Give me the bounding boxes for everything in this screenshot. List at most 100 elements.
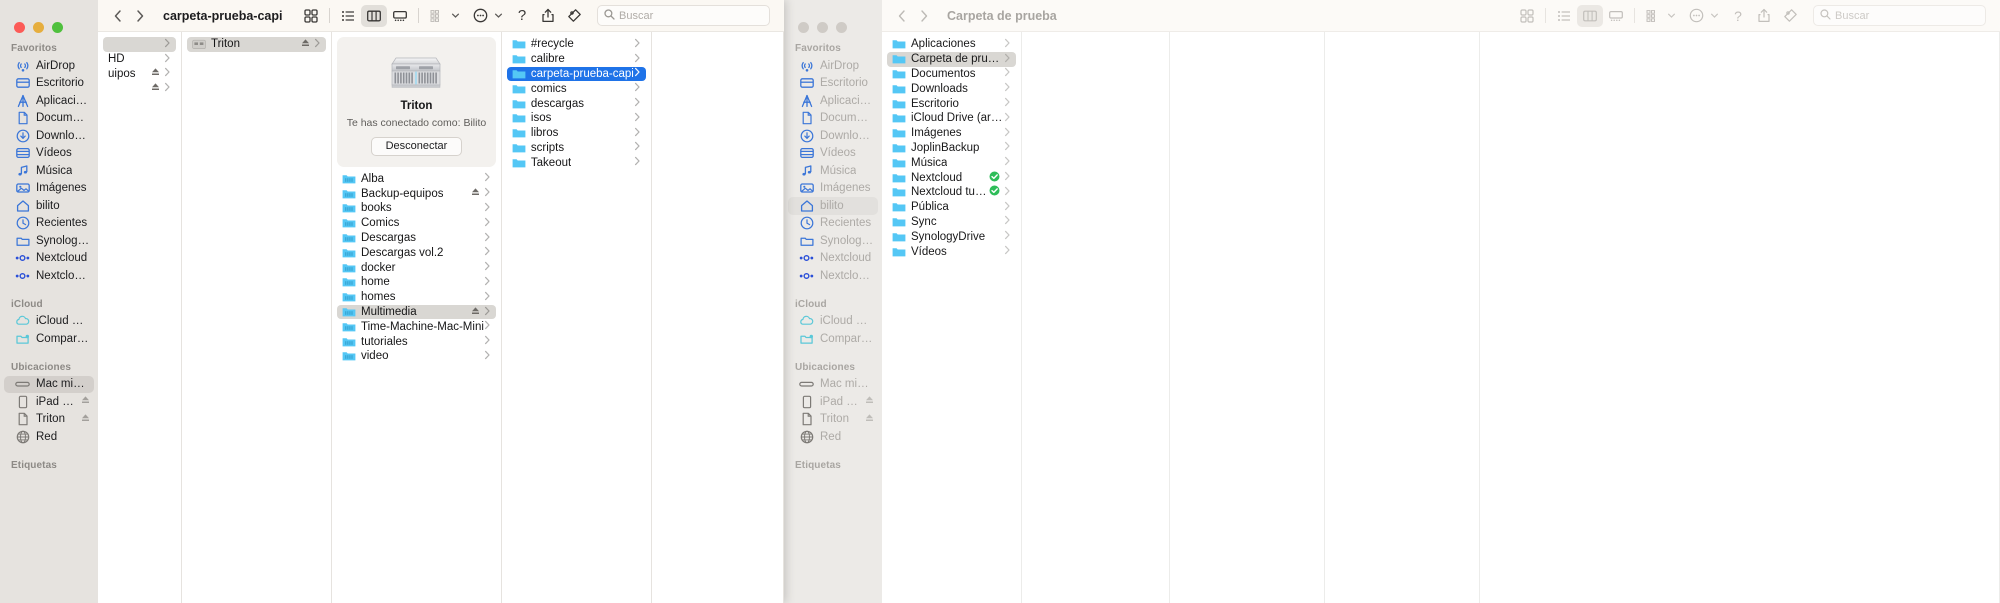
chevron-right-icon[interactable]	[1004, 53, 1011, 66]
chevron-right-icon[interactable]	[484, 187, 491, 200]
column-empty-3[interactable]	[1325, 32, 1480, 603]
sidebar-item-m-sica[interactable]: Música	[788, 162, 878, 180]
chevron-right-icon[interactable]	[164, 53, 171, 66]
tag-icon[interactable]	[561, 5, 587, 27]
sidebar-item-airdrop[interactable]: AirDrop	[788, 57, 878, 75]
table-row[interactable]	[103, 81, 176, 96]
list-item-folder[interactable]: Escritorio	[887, 96, 1016, 111]
list-view-icon[interactable]	[1551, 5, 1577, 27]
sidebar-item-nextcloud-tuto[interactable]: Nextcloud tuto...	[4, 267, 94, 285]
list-item-folder[interactable]: Pública	[887, 200, 1016, 215]
list-item-share[interactable]: Time-Machine-Mac-Mini	[337, 319, 496, 334]
search-input[interactable]: Buscar	[1813, 5, 1986, 26]
list-item-folder[interactable]: comics	[507, 81, 646, 96]
list-item-folder[interactable]: Imágenes	[887, 126, 1016, 141]
list-item-folder[interactable]: Downloads	[887, 81, 1016, 96]
column-home-folder[interactable]: Aplicaciones Carpeta de prueba Documentos D…	[882, 32, 1022, 603]
more-actions-icon[interactable]	[467, 5, 493, 27]
disconnect-button[interactable]: Desconectar	[370, 136, 463, 156]
eject-icon[interactable]	[301, 38, 310, 51]
chevron-right-icon[interactable]	[484, 172, 491, 185]
sidebar-item-bilito[interactable]: bilito	[788, 197, 878, 215]
list-item-folder[interactable]: Sync	[887, 215, 1016, 230]
sidebar-item-im-genes[interactable]: Imágenes	[4, 180, 94, 198]
sidebar-item-nextcloud[interactable]: Nextcloud	[788, 250, 878, 268]
minimize-button[interactable]	[817, 22, 828, 33]
column-server-preview[interactable]: Triton Te has conectado como: Bilito Des…	[332, 32, 502, 603]
list-item-share[interactable]: books	[337, 201, 496, 216]
column-view-icon[interactable]	[361, 4, 387, 27]
grid-view-icon[interactable]	[1514, 5, 1540, 27]
column-empty-4[interactable]	[1480, 32, 2000, 603]
chevron-down-icon[interactable]	[451, 7, 460, 25]
close-button[interactable]	[14, 22, 25, 33]
chevron-right-icon[interactable]	[484, 246, 491, 259]
list-item-share[interactable]: home	[337, 275, 496, 290]
sidebar-item-synologydrive[interactable]: SynologyDrive	[788, 232, 878, 250]
chevron-right-icon[interactable]	[634, 156, 641, 169]
list-view-icon[interactable]	[335, 5, 361, 27]
action-menu-control[interactable]	[467, 5, 503, 27]
chevron-right-icon[interactable]	[1004, 230, 1011, 243]
chevron-right-icon[interactable]	[484, 291, 491, 304]
chevron-right-icon[interactable]	[484, 217, 491, 230]
chevron-right-icon[interactable]	[1004, 186, 1011, 199]
tag-icon[interactable]	[1777, 5, 1803, 27]
chevron-right-icon[interactable]	[484, 232, 491, 245]
list-item-share[interactable]: Comics	[337, 216, 496, 231]
chevron-right-icon[interactable]	[484, 276, 491, 289]
column-share-contents[interactable]: #recycle calibre carpeta-prueba-capi comics…	[501, 32, 652, 603]
group-by-control[interactable]	[424, 5, 460, 27]
close-button[interactable]	[798, 22, 809, 33]
sidebar-item-downloads[interactable]: Downloads	[4, 127, 94, 145]
chevron-right-icon[interactable]	[1004, 82, 1011, 95]
sidebar-item-im-genes[interactable]: Imágenes	[788, 180, 878, 198]
column-view-icon[interactable]	[1577, 4, 1603, 27]
chevron-right-icon[interactable]	[634, 127, 641, 140]
column-clipped-devices[interactable]: HD uipos	[98, 32, 182, 603]
sidebar-item-escritorio[interactable]: Escritorio	[4, 75, 94, 93]
group-by-control[interactable]	[1640, 5, 1676, 27]
sidebar-item-documentos[interactable]: Documentos	[788, 110, 878, 128]
list-item-share[interactable]: tutoriales	[337, 334, 496, 349]
sidebar-item-icloud-drive[interactable]: iCloud Drive	[4, 313, 94, 331]
chevron-right-icon[interactable]	[484, 350, 491, 363]
list-item-share[interactable]: homes	[337, 290, 496, 305]
sidebar-item-escritorio[interactable]: Escritorio	[788, 75, 878, 93]
chevron-right-icon[interactable]	[1004, 112, 1011, 125]
chevron-right-icon[interactable]	[1004, 97, 1011, 110]
sidebar-item-ipad-pro-de[interactable]: iPad Pro de...	[788, 393, 878, 411]
list-item-folder[interactable]: Documentos	[887, 67, 1016, 82]
navigation-buttons-background[interactable]	[896, 9, 930, 23]
sidebar-item-mac-mini-de-bi[interactable]: Mac mini de Bi...	[788, 376, 878, 394]
sidebar-item-nextcloud-tuto[interactable]: Nextcloud tuto...	[788, 267, 878, 285]
chevron-right-icon[interactable]	[634, 67, 641, 80]
list-item-folder[interactable]: #recycle	[507, 37, 646, 52]
column-servers[interactable]: Triton	[182, 32, 332, 603]
finder-window-foreground[interactable]: Favoritos AirDrop Escritorio Aplicaciones Do…	[0, 0, 784, 603]
more-actions-icon[interactable]	[1683, 5, 1709, 27]
minimize-button[interactable]	[33, 22, 44, 33]
list-item-folder[interactable]: Aplicaciones	[887, 37, 1016, 52]
eject-icon[interactable]	[471, 187, 480, 200]
sidebar-item-documentos[interactable]: Documentos	[4, 110, 94, 128]
chevron-right-icon[interactable]	[484, 261, 491, 274]
list-item-folder[interactable]: carpeta-prueba-capi	[506, 66, 646, 82]
sidebar-item-airdrop[interactable]: AirDrop	[4, 57, 94, 75]
grid-view-icon[interactable]	[298, 5, 324, 27]
sidebar-item-compartido[interactable]: Compartido	[4, 330, 94, 348]
finder-window-background[interactable]: Favoritos AirDrop Escritorio Aplicaciones Do…	[784, 0, 2000, 603]
chevron-down-icon[interactable]	[1667, 7, 1676, 25]
help-icon[interactable]: ?	[509, 5, 535, 27]
table-row[interactable]: uipos	[103, 67, 176, 82]
gallery-view-icon[interactable]	[1603, 5, 1629, 27]
sidebar-item-triton[interactable]: Triton	[788, 411, 878, 429]
back-icon[interactable]	[896, 9, 908, 23]
eject-icon[interactable]	[471, 306, 480, 319]
chevron-right-icon[interactable]	[1004, 38, 1011, 51]
list-item-folder[interactable]: Nextcloud tutoriales	[887, 185, 1016, 200]
forward-icon[interactable]	[134, 9, 146, 23]
sidebar-item-triton[interactable]: Triton	[4, 411, 94, 429]
list-item-folder[interactable]: SynologyDrive	[887, 229, 1016, 244]
chevron-right-icon[interactable]	[484, 306, 491, 319]
